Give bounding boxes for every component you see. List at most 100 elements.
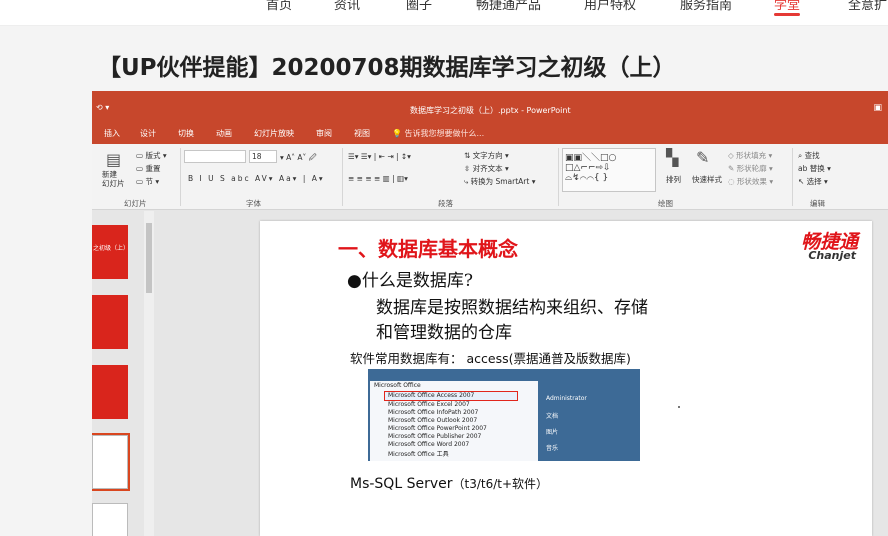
nav-privileges[interactable]: 用户特权 <box>584 0 636 13</box>
tab-view[interactable]: 视图 <box>354 128 370 139</box>
editing-group-label: 编辑 <box>810 199 825 208</box>
ppt-title-bar: ⟲ ▾ 数据库学习之初级（上）.pptx - PowerPoint ▣ <box>92 91 888 124</box>
thumbnail-title: 之初级（上） <box>93 245 130 252</box>
paragraph-group-label: 段落 <box>438 199 453 208</box>
slide-sql-server: Ms-SQL Server（t3/t6/t+软件） <box>350 475 548 492</box>
group-divider <box>342 148 343 206</box>
group-divider <box>792 148 793 206</box>
select-button[interactable]: ↖ 选择 ▾ <box>798 176 828 187</box>
smartart-button[interactable]: ⤷ 转换为 SmartArt ▾ <box>464 176 535 187</box>
align-text-button[interactable]: ⇳ 对齐文本 ▾ <box>464 163 509 174</box>
site-top-nav: 首页 资讯 圈子 畅捷通产品 用户特权 服务指南 学堂 全意扩 <box>0 0 888 26</box>
shape-outline-label: 形状轮廓 <box>736 164 767 173</box>
slide-question: ●什么是数据库? <box>347 271 473 291</box>
font-size-value: 18 <box>252 152 262 161</box>
powerpoint-window[interactable]: ⟲ ▾ 数据库学习之初级（上）.pptx - PowerPoint ▣ 插入 设… <box>92 91 888 536</box>
start-menu-right-item: 图片 <box>546 429 559 436</box>
tell-me-search[interactable]: 💡 告诉我您想要做什么... <box>392 128 484 139</box>
section-label: 节 <box>145 177 153 186</box>
nav-more[interactable]: 全意扩 <box>848 0 887 13</box>
quick-styles-icon[interactable]: ✎ <box>696 148 709 167</box>
nav-academy[interactable]: 学堂 <box>774 0 800 13</box>
font-size-input[interactable]: 18 <box>249 150 277 163</box>
smartart-label: 转换为 SmartArt <box>470 177 530 186</box>
slide-thumbnail[interactable] <box>92 365 128 419</box>
scrollbar-thumb[interactable] <box>146 223 152 293</box>
start-menu-right-item: Administrator <box>546 395 587 402</box>
tab-transitions[interactable]: 切换 <box>178 128 194 139</box>
font-size-controls[interactable]: ▾ A˄ A˅ 🖉 <box>280 152 317 165</box>
shape-effects-button[interactable]: ◌ 形状效果 ▾ <box>728 176 773 187</box>
start-menu-right-item: 音乐 <box>546 445 559 452</box>
font-group-label: 字体 <box>246 199 261 208</box>
nav-circle[interactable]: 圈子 <box>406 0 432 13</box>
quick-access-icon[interactable]: ⟲ ▾ <box>96 103 109 112</box>
replace-button[interactable]: ab 替换 ▾ <box>798 163 831 174</box>
group-divider <box>558 148 559 206</box>
slide-thumbnail[interactable] <box>92 503 128 536</box>
drawing-group-label: 绘图 <box>658 199 673 208</box>
ppt-ribbon: ▤ 新建 幻灯片 ▭ 版式 ▾ ▭ 重置 ▭ 节 ▾ 幻灯片 18 ▾ A˄ A… <box>92 144 888 210</box>
ribbon-display-icon[interactable]: ▣ <box>873 103 882 113</box>
slide-canvas[interactable]: 一、数据库基本概念 畅捷通 Chanjet ●什么是数据库? 数据库是按照数据结… <box>260 221 872 536</box>
slide-definition-line1: 数据库是按照数据结构来组织、存储 <box>376 298 648 318</box>
page-title: 【UP伙伴提能】20200708期数据库学习之初级（上） <box>98 55 676 81</box>
office-menu-list: Microsoft Office Microsoft Office Access… <box>370 381 538 461</box>
shape-fill-label: 形状填充 <box>736 151 767 160</box>
slide-common-databases: 软件常用数据库有： access(票据通普及版数据库) <box>350 351 631 366</box>
slide-dot <box>678 406 680 408</box>
list-buttons[interactable]: ☰▾ ☰▾ | ⇤ ⇥ | ↕▾ <box>348 152 411 161</box>
new-slide-button[interactable]: 新建 幻灯片 <box>102 170 125 188</box>
sql-server-label: Ms-SQL Server <box>350 476 453 492</box>
shape-outline-button[interactable]: ✎ 形状轮廓 ▾ <box>728 163 773 174</box>
slide-heading: 一、数据库基本概念 <box>338 237 518 261</box>
font-name-input[interactable] <box>184 150 246 163</box>
menu-item: Microsoft Office <box>374 382 421 389</box>
text-direction-label: 文字方向 <box>472 151 503 160</box>
shape-fill-button[interactable]: ◇ 形状填充 ▾ <box>728 150 772 161</box>
align-text-label: 对齐文本 <box>472 164 503 173</box>
chanjet-logo-en: Chanjet <box>808 249 856 262</box>
find-label: 查找 <box>804 151 820 160</box>
nav-service-guide[interactable]: 服务指南 <box>680 0 732 13</box>
reset-button[interactable]: ▭ 重置 <box>136 163 160 174</box>
menu-item: Microsoft Office Publisher 2007 <box>388 433 482 440</box>
nav-active-indicator <box>774 13 800 16</box>
tell-me-text: 告诉我您想要做什么... <box>404 129 485 138</box>
shapes-icons: ▣▣＼＼□○ □△⌐⌐⇨⇩ ⌓↯⌒⌒{ } <box>565 153 617 183</box>
menu-item: Microsoft Office Excel 2007 <box>388 401 470 408</box>
text-direction-button[interactable]: ⇅ 文字方向 ▾ <box>464 150 509 161</box>
tab-insert[interactable]: 插入 <box>104 128 120 139</box>
nav-products[interactable]: 畅捷通产品 <box>476 0 541 13</box>
slide-thumbnail[interactable]: 之初级（上） <box>92 225 130 279</box>
arrange-icon[interactable]: ▚ <box>666 148 678 167</box>
nav-home[interactable]: 首页 <box>266 0 292 13</box>
font-format-buttons[interactable]: B I U S abc AV▾ Aa▾ | A▾ <box>188 174 325 183</box>
tab-review[interactable]: 审阅 <box>316 128 332 139</box>
tab-slideshow[interactable]: 幻灯片放映 <box>254 128 294 139</box>
find-button[interactable]: ⌕ 查找 <box>798 150 820 161</box>
menu-item: Microsoft Office 工具 <box>388 451 449 458</box>
menu-item: Microsoft Office Outlook 2007 <box>388 417 478 424</box>
slide-thumbnail-panel[interactable]: 之初级（上） <box>92 211 154 536</box>
start-menu-right-item: 文档 <box>546 413 559 420</box>
section-button[interactable]: ▭ 节 ▾ <box>136 176 159 187</box>
shapes-gallery[interactable]: ▣▣＼＼□○ □△⌐⌐⇨⇩ ⌓↯⌒⌒{ } <box>562 148 656 192</box>
sql-server-note: （t3/t6/t+软件） <box>452 477 549 491</box>
quick-styles-button[interactable]: 快速样式 <box>692 174 722 185</box>
slide-thumbnail[interactable] <box>92 295 128 349</box>
arrange-button[interactable]: 排列 <box>666 174 681 185</box>
align-buttons[interactable]: ≡ ≡ ≡ ≡ ▥ | ▥▾ <box>348 174 408 183</box>
tab-animations[interactable]: 动画 <box>216 128 232 139</box>
new-slide-icon[interactable]: ▤ <box>106 150 121 169</box>
thumbnail-scrollbar[interactable] <box>144 211 154 536</box>
menu-item: Microsoft Office Access 2007 <box>388 392 475 399</box>
slide-thumbnail-selected[interactable] <box>92 433 130 491</box>
nav-news[interactable]: 资讯 <box>334 0 360 13</box>
reset-label: 重置 <box>145 164 161 173</box>
office-start-menu-screenshot: Microsoft Office Microsoft Office Access… <box>368 369 640 461</box>
layout-button[interactable]: ▭ 版式 ▾ <box>136 150 167 161</box>
slide-definition-line2: 和管理数据的仓库 <box>376 323 512 343</box>
tab-design[interactable]: 设计 <box>140 128 156 139</box>
replace-label: 替换 <box>809 164 825 173</box>
